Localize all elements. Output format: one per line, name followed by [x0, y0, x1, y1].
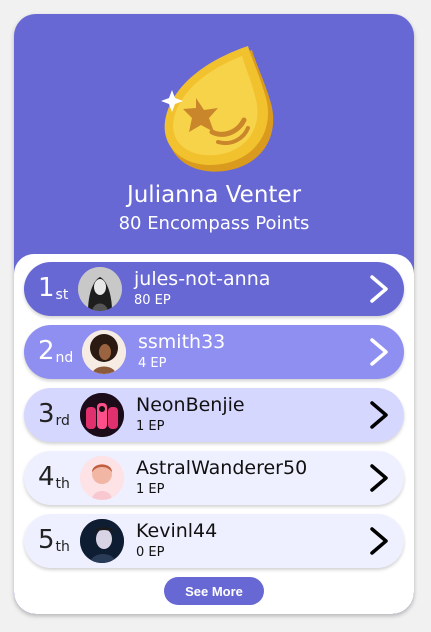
rank-label: 3rd — [38, 399, 70, 429]
avatar — [78, 267, 122, 311]
avatar — [80, 393, 124, 437]
chevron-right-icon — [370, 464, 388, 492]
username: Kevinl44 — [136, 520, 218, 542]
username: AstralWanderer50 — [136, 457, 308, 479]
ep-value: 4 EP — [138, 356, 167, 371]
coin-drop-icon — [161, 46, 274, 172]
avatar — [80, 519, 124, 563]
see-more-button[interactable]: See More — [164, 577, 264, 605]
avatar — [80, 456, 124, 500]
rank-label: 4th — [38, 462, 70, 492]
ep-value: 80 EP — [134, 293, 171, 308]
leaderboard-list: 1st jules-not-anna 80 EP 2nd ssmith33 4 … — [14, 254, 414, 614]
username: ssmith33 — [138, 331, 226, 353]
chevron-right-icon — [370, 401, 388, 429]
chevron-right-icon — [370, 275, 388, 303]
username: jules-not-anna — [134, 268, 271, 290]
leaderboard-row-4[interactable]: 4th AstralWanderer50 1 EP — [24, 451, 404, 505]
leaderboard-row-2[interactable]: 2nd ssmith33 4 EP — [24, 325, 404, 379]
avatar — [82, 330, 126, 374]
leaderboard-card: Julianna Venter 80 Encompass Points 1st … — [14, 14, 414, 614]
ep-value: 1 EP — [136, 419, 165, 434]
profile-points: 80 Encompass Points — [118, 213, 310, 234]
rank-label: 1st — [38, 273, 69, 303]
username: NeonBenjie — [136, 394, 245, 416]
ep-value: 1 EP — [136, 482, 165, 497]
leaderboard-row-5[interactable]: 5th Kevinl44 0 EP — [24, 514, 404, 568]
chevron-right-icon — [370, 338, 388, 366]
leaderboard-row-3[interactable]: 3rd NeonBenjie 1 EP — [24, 388, 404, 442]
profile-name: Julianna Venter — [126, 182, 302, 208]
rank-label: 2nd — [38, 336, 74, 366]
rank-label: 5th — [38, 525, 70, 555]
ep-value: 0 EP — [136, 545, 165, 560]
chevron-right-icon — [370, 527, 388, 555]
leaderboard-row-1[interactable]: 1st jules-not-anna 80 EP — [24, 262, 404, 316]
